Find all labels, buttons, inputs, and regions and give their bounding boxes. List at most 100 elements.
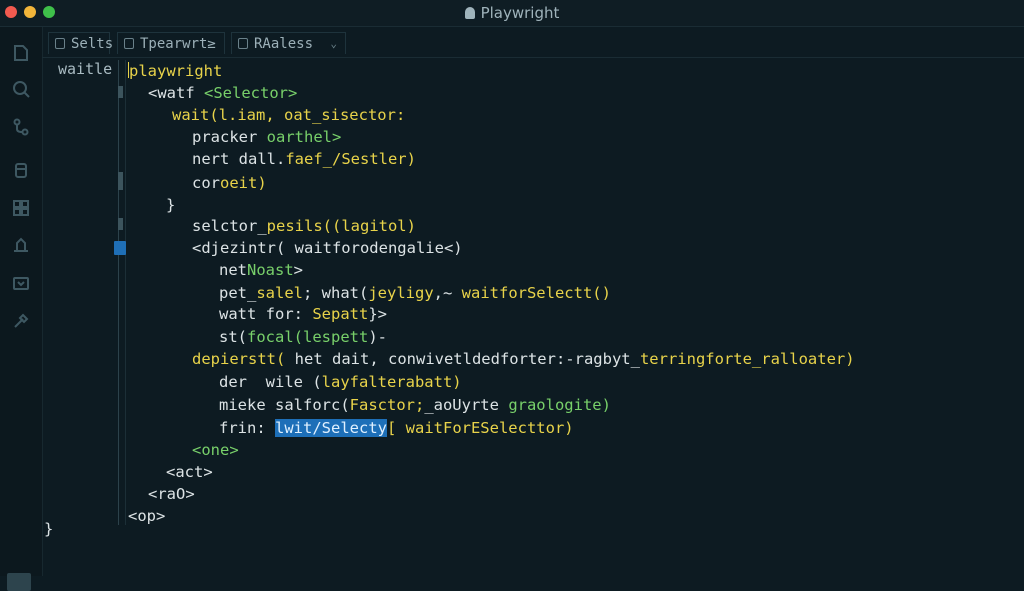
tab-label: Tpearwrt≥ [140,36,216,52]
editor-tabs: Selts Tpearwrt≥ RAaless ⌄ [42,27,1024,58]
code-token: net [219,261,247,279]
code-token: faef_/Sestler) [285,150,416,168]
code-token: oat_sisector: [283,106,406,124]
code-token: Fasctor; [349,396,425,414]
window-title-text: Playwright [480,4,560,22]
code-token: waitForESelecttor) [405,419,574,437]
fold-marker[interactable] [118,86,123,98]
code-token: jeyligy [368,284,434,302]
title-bar: Playwright [0,0,1024,27]
tab-label: RAaless [254,36,314,52]
file-icon [124,38,134,49]
code-token: terringforte_ralloater) [639,350,855,368]
code-token: [ [386,419,406,437]
code-token: oarthel> [266,128,342,146]
code-line: der wile (layfalterabatt) [219,372,462,392]
code-line: depierstt( het dait, conwivetldedforter:… [192,349,855,369]
code-token: <act> [166,463,213,481]
code-token: ,~ [433,284,462,302]
tools-icon[interactable] [11,311,31,331]
code-line: frin: lwit/Selecty[ waitForESelecttor) [219,418,574,438]
code-token: ((lagitol) [322,217,416,235]
code-token: <op> [128,507,166,525]
code-line: st(focal(lespett)- [219,327,387,347]
chevron-down-icon[interactable]: ⌄ [330,33,337,55]
code-line: <watf <Selector> [148,83,297,103]
code-line: playwright [128,61,222,81]
code-line: coroeit) [192,173,267,193]
code-line: pet_salel; what(jeyligy,~ waitforSelectt… [219,283,611,303]
code-token: graologite) [508,396,611,414]
code-token: } [44,520,54,538]
file-icon [238,38,248,49]
explorer-icon[interactable] [11,43,31,63]
extensions-icon[interactable] [11,198,31,218]
code-token: Sepatt [312,305,369,323]
code-token: mieke salforc( [219,396,350,414]
code-token: het dait, [285,350,379,368]
search-icon[interactable] [11,79,31,99]
debug-icon[interactable] [11,160,31,180]
code-token: frin: [219,419,275,437]
tab-selts[interactable]: Selts [48,32,114,54]
code-line: mieke salforc(Fasctor;_aoUyrte graologit… [219,395,611,415]
code-line: watt for: Sepatt}> [219,304,387,324]
code-token: pesils [266,217,323,235]
tab-label: Selts [71,36,114,52]
code-token: st( [219,328,247,346]
code-token: cor [192,174,220,192]
selected-text: lwit/Selecty [275,419,387,437]
breakpoint-marker[interactable] [114,241,126,255]
tab-raaless[interactable]: RAaless ⌄ [231,32,346,54]
code-token: waitforSelectt() [461,284,611,302]
code-token: playwright [129,62,223,80]
code-token: watt for: [219,305,313,323]
activity-bar [0,27,43,591]
code-line: <one> [192,440,239,460]
code-line: wait(l.iam, oat_sisector: [172,105,405,125]
code-token: selctor_ [192,217,267,235]
code-token: <watf [148,84,204,102]
code-token: conwivetldedforter:-ragbyt_ [378,350,640,368]
code-token: layfalterabatt) [321,373,462,391]
code-token: salel [256,284,303,302]
code-line: } [44,519,53,539]
code-token: <one> [192,441,239,459]
outline-label: waitle [58,60,113,78]
code-token: <raO> [148,485,195,503]
tab-tpearwrt[interactable]: Tpearwrt≥ [117,32,225,54]
code-line: pracker oarthel> [192,127,341,147]
code-token: focal(lespett [247,328,369,346]
app-icon [464,7,475,19]
remote-icon[interactable] [11,273,31,293]
code-token: _aoUyrte [424,396,509,414]
code-line: selctor_pesils((lagitol) [192,216,416,236]
code-token: pracker [192,128,267,146]
code-token: der wile ( [219,373,322,391]
code-line: netNoast> [219,260,303,280]
window-title: Playwright [0,4,1024,22]
code-line: } [166,195,175,215]
code-token: ; what( [303,284,369,302]
indent-guide-secondary [125,60,126,525]
code-token: depierstt( [192,350,286,368]
code-token: } [166,196,176,214]
code-token: nert dall. [192,150,286,168]
code-token: Noast [247,261,294,279]
code-line: <djezintr( waitforodengalie<) [192,238,463,258]
fold-marker[interactable] [118,218,123,230]
code-token: }> [368,305,387,323]
code-token: pet_ [219,284,257,302]
testing-icon[interactable] [11,235,31,255]
code-line: <op> [128,506,165,526]
code-token: )- [368,328,387,346]
source-control-icon[interactable] [11,117,31,137]
indent-guide [118,60,119,525]
fold-marker[interactable] [118,172,123,190]
code-token: > [293,261,304,279]
code-token: <Selector> [204,84,298,102]
code-token: <djezintr( waitforodengalie<) [192,239,463,257]
code-line: <raO> [148,484,195,504]
code-token: wait(l.iam, [172,106,284,124]
code-line: nert dall.faef_/Sestler) [192,149,416,169]
